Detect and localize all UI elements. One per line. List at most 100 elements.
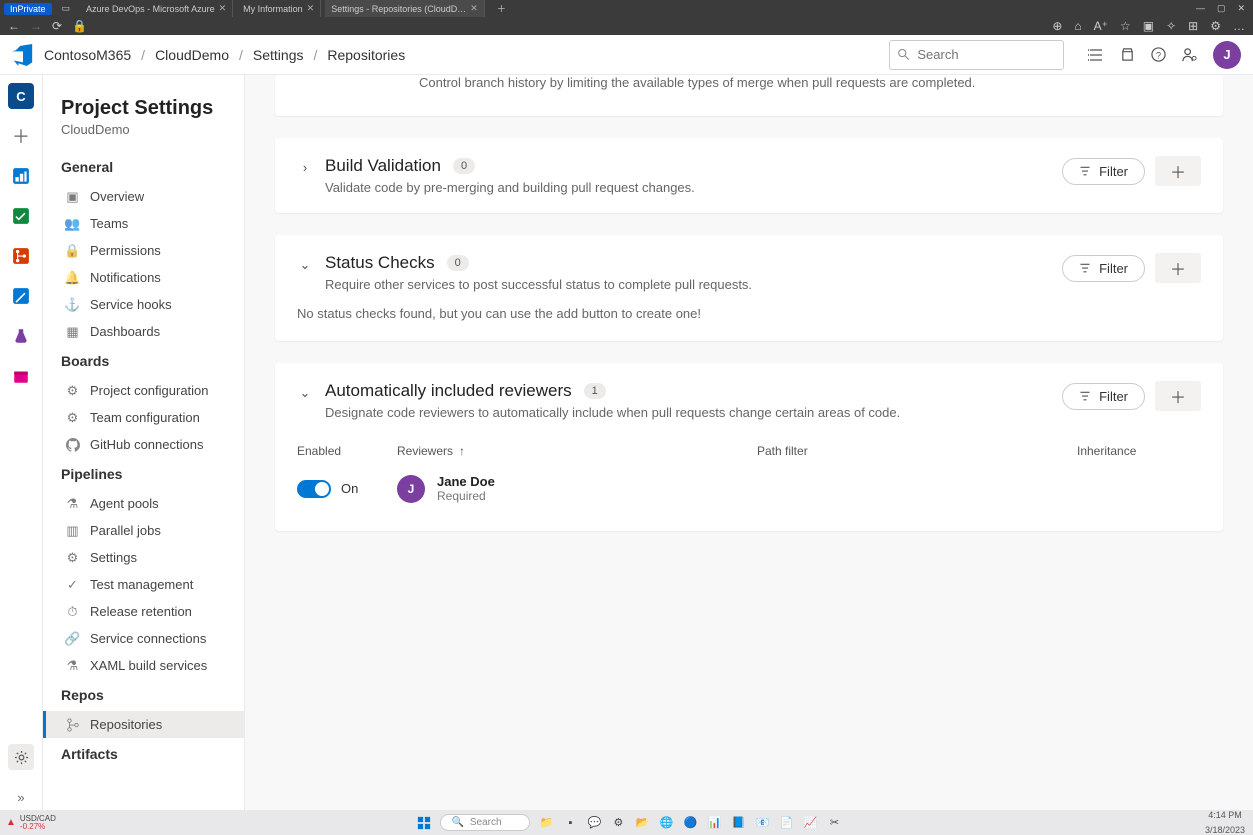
taskbar-search[interactable]: 🔍Search xyxy=(440,814,530,831)
tab-view-icon[interactable]: ▭ xyxy=(56,3,77,14)
sidebar-item-overview[interactable]: ▣Overview xyxy=(43,183,244,210)
rail-repos-icon[interactable] xyxy=(8,243,34,269)
toolbar-icon[interactable]: ⊕ xyxy=(1052,19,1062,33)
rail-boards-icon[interactable] xyxy=(8,203,34,229)
sidebar-item-github-conn[interactable]: GitHub connections xyxy=(43,431,244,458)
sort-asc-icon: ↑ xyxy=(459,444,465,458)
sidebar-item-team-config[interactable]: ⚙Team configuration xyxy=(43,404,244,431)
col-header-inheritance[interactable]: Inheritance xyxy=(1077,444,1201,458)
toggle-label: On xyxy=(341,481,358,496)
rail-artifacts-icon[interactable] xyxy=(8,363,34,389)
start-icon[interactable] xyxy=(416,815,432,831)
global-search[interactable] xyxy=(889,40,1064,70)
taskbar-app-icon[interactable]: 💬 xyxy=(586,815,602,831)
taskbar-app-icon[interactable]: 🔵 xyxy=(682,815,698,831)
browser-tab-2[interactable]: Settings - Repositories (CloudD…✕ xyxy=(325,0,485,17)
sidebar-item-agent-pools[interactable]: ⚗Agent pools xyxy=(43,490,244,517)
enabled-toggle[interactable] xyxy=(297,480,331,498)
taskbar-app-icon[interactable]: 📘 xyxy=(730,815,746,831)
sidebar-item-parallel-jobs[interactable]: ▥Parallel jobs xyxy=(43,517,244,544)
help-icon[interactable]: ? xyxy=(1151,47,1166,62)
sidebar-item-xaml[interactable]: ⚗XAML build services xyxy=(43,652,244,679)
taskbar-clock[interactable]: 4:14 PM 3/18/2023 xyxy=(1197,811,1253,835)
back-icon[interactable]: ← xyxy=(8,19,20,33)
new-tab-button[interactable]: ＋ xyxy=(489,2,514,15)
taskbar-app-icon[interactable]: 📧 xyxy=(754,815,770,831)
toolbar-icon[interactable]: ☆ xyxy=(1120,19,1131,33)
taskbar-app-icon[interactable]: ▪ xyxy=(562,815,578,831)
lock-icon[interactable]: 🔒 xyxy=(72,19,87,33)
toolbar-icon[interactable]: ⚙ xyxy=(1210,19,1221,33)
search-input[interactable] xyxy=(917,47,1055,62)
window-maximize-icon[interactable]: ▢ xyxy=(1217,3,1226,14)
close-icon[interactable]: ✕ xyxy=(307,3,315,14)
taskbar-app-icon[interactable]: ⚙ xyxy=(610,815,626,831)
toolbar-icon[interactable]: ✧ xyxy=(1166,19,1176,33)
sidebar-item-test-mgmt[interactable]: ✓Test management xyxy=(43,571,244,598)
sidebar-item-service-hooks[interactable]: ⚓Service hooks xyxy=(43,291,244,318)
taskbar-app-icon[interactable]: 🌐 xyxy=(658,815,674,831)
sidebar-item-release-retention[interactable]: ⏱Release retention xyxy=(43,598,244,625)
rail-project-icon[interactable]: C xyxy=(8,83,34,109)
filter-button[interactable]: Filter xyxy=(1062,383,1145,410)
browser-tab-0[interactable]: Azure DevOps - Microsoft Azure✕ xyxy=(80,0,233,17)
taskbar-app-icon[interactable]: 📂 xyxy=(634,815,650,831)
breadcrumb-org[interactable]: ContosoM365 xyxy=(44,47,131,63)
work-items-icon[interactable] xyxy=(1088,47,1104,63)
sidebar-item-service-conn[interactable]: 🔗Service connections xyxy=(43,625,244,652)
rail-add-icon[interactable]: ＋ xyxy=(8,123,34,149)
taskbar-app-icon[interactable]: 📊 xyxy=(706,815,722,831)
user-avatar[interactable]: J xyxy=(1213,41,1241,69)
toolbar-icon[interactable]: … xyxy=(1233,19,1245,33)
close-icon[interactable]: ✕ xyxy=(219,3,227,14)
breadcrumb-project[interactable]: CloudDemo xyxy=(155,47,229,63)
status-checks-card: ⌄ Status Checks 0 Require other services… xyxy=(275,235,1223,341)
breadcrumb-repositories[interactable]: Repositories xyxy=(327,47,405,63)
rail-overview-icon[interactable] xyxy=(8,163,34,189)
taskbar-app-icon[interactable]: 📄 xyxy=(778,815,794,831)
status-checks-title: Status Checks xyxy=(325,253,435,273)
marketplace-icon[interactable] xyxy=(1120,47,1135,62)
col-header-enabled[interactable]: Enabled xyxy=(297,444,397,458)
sidebar-group-repos: Repos xyxy=(43,679,244,711)
sidebar-item-notifications[interactable]: 🔔Notifications xyxy=(43,264,244,291)
col-header-reviewers[interactable]: Reviewers↑ xyxy=(397,444,757,458)
taskbar-app-icon[interactable]: 📈 xyxy=(802,815,818,831)
breadcrumb-settings[interactable]: Settings xyxy=(253,47,304,63)
sidebar-item-project-config[interactable]: ⚙Project configuration xyxy=(43,377,244,404)
toolbar-icon[interactable]: ▣ xyxy=(1143,19,1154,33)
window-close-icon[interactable]: ✕ xyxy=(1237,3,1245,14)
filter-button[interactable]: Filter xyxy=(1062,255,1145,282)
rail-pipelines-icon[interactable] xyxy=(8,283,34,309)
toolbar-icon[interactable]: ⊞ xyxy=(1188,19,1198,33)
chevron-right-icon[interactable]: › xyxy=(297,156,313,175)
taskbar-app-icon[interactable]: 📁 xyxy=(538,815,554,831)
close-icon[interactable]: ✕ xyxy=(470,3,478,14)
toolbar-icon[interactable]: A⁺ xyxy=(1094,19,1108,33)
chevron-down-icon[interactable]: ⌄ xyxy=(297,253,313,273)
forward-icon[interactable]: → xyxy=(30,19,42,33)
filter-button[interactable]: Filter xyxy=(1062,158,1145,185)
sidebar-item-dashboards[interactable]: ▦Dashboards xyxy=(43,318,244,345)
toolbar-icon[interactable]: ⌂ xyxy=(1074,19,1081,33)
refresh-icon[interactable]: ⟳ xyxy=(52,19,62,33)
sidebar-item-repositories[interactable]: Repositories xyxy=(43,711,244,738)
window-minimize-icon[interactable]: — xyxy=(1196,3,1205,14)
taskbar-stock-widget[interactable]: ▲ USD/CAD -0.27% xyxy=(0,815,62,831)
chevron-down-icon[interactable]: ⌄ xyxy=(297,381,313,401)
rail-testplans-icon[interactable] xyxy=(8,323,34,349)
user-settings-icon[interactable] xyxy=(1182,47,1197,62)
add-button[interactable]: ＋ xyxy=(1155,253,1201,283)
taskbar-app-icon[interactable]: ✂ xyxy=(826,815,842,831)
add-button[interactable]: ＋ xyxy=(1155,381,1201,411)
rail-expand-icon[interactable]: » xyxy=(8,784,34,810)
azure-devops-logo-icon[interactable] xyxy=(12,44,34,66)
rail-settings-icon[interactable] xyxy=(8,744,34,770)
col-header-path[interactable]: Path filter xyxy=(757,444,1077,458)
reviewer-row[interactable]: On J Jane Doe Required xyxy=(297,464,1201,513)
sidebar-item-settings[interactable]: ⚙Settings xyxy=(43,544,244,571)
add-button[interactable]: ＋ xyxy=(1155,156,1201,186)
sidebar-item-teams[interactable]: 👥Teams xyxy=(43,210,244,237)
sidebar-item-permissions[interactable]: 🔒Permissions xyxy=(43,237,244,264)
browser-tab-1[interactable]: My Information✕ xyxy=(237,0,321,17)
